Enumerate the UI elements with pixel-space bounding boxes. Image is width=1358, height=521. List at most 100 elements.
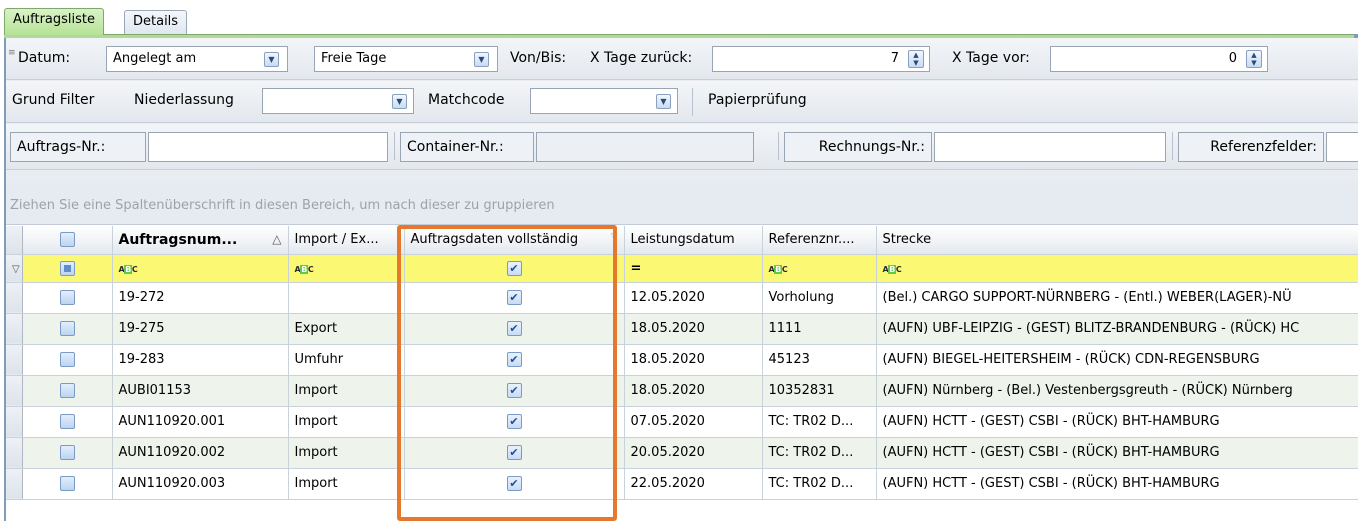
spinner-icon[interactable]: ▲ ▼	[1246, 50, 1262, 68]
cell-auftragsdaten[interactable]: ✔	[404, 437, 625, 469]
group-panel[interactable]: Ziehen Sie eine Spaltenüberschrift in di…	[6, 181, 1358, 225]
xtage-zurueck-input[interactable]: 7	[712, 46, 930, 72]
papierpruefung-button[interactable]: Papierprüfung	[708, 92, 807, 108]
cell-auftragsdaten[interactable]: ✔	[404, 313, 625, 345]
checkbox-icon[interactable]	[59, 383, 75, 398]
checkbox-checked-icon[interactable]: ✔	[506, 352, 522, 367]
checkbox-icon[interactable]	[59, 476, 75, 491]
col-import-export[interactable]: Import / Ex...	[288, 226, 405, 255]
row-indicator[interactable]	[6, 344, 23, 376]
row-indicator[interactable]	[6, 375, 23, 407]
col-strecke[interactable]: Strecke	[876, 226, 1358, 255]
cell-auftragsnummer[interactable]: 19-283	[112, 344, 289, 376]
cell-referenznr[interactable]: 1111	[762, 313, 877, 345]
cell-strecke[interactable]: (Bel.) CARGO SUPPORT-NÜRNBERG - (Entl.) …	[876, 282, 1358, 314]
cell-auftragsdaten[interactable]: ✔	[404, 406, 625, 438]
checkbox-checked-icon[interactable]: ✔	[506, 290, 522, 305]
cell-import-export[interactable]: Import	[288, 406, 405, 438]
cell-referenznr[interactable]: Vorholung	[762, 282, 877, 314]
table-row[interactable]: 19-283 Umfuhr ✔ 18.05.2020 45123 (AUFN) BIEGE…	[6, 344, 1358, 376]
row-select-cell[interactable]	[22, 344, 113, 376]
cell-auftragsnummer[interactable]: 19-272	[112, 282, 289, 314]
tab-auftragsliste[interactable]: Auftragsliste	[4, 8, 105, 35]
checkbox-checked-icon[interactable]: ✔	[506, 445, 522, 460]
cell-import-export[interactable]	[288, 282, 405, 314]
grip-icon[interactable]: ≡	[8, 48, 16, 58]
cell-strecke[interactable]: (AUFN) BIEGEL-HEITERSHEIM - (RÜCK) CDN-R…	[876, 344, 1358, 376]
abc-operator-icon[interactable]: ABC	[769, 264, 788, 274]
filter-icon[interactable]: ▽	[611, 232, 618, 242]
datum-select[interactable]: Angelegt am	[106, 46, 288, 72]
xtage-vor-input[interactable]: 0	[1050, 46, 1268, 72]
cell-import-export[interactable]: Umfuhr	[288, 344, 405, 376]
cell-referenznr[interactable]: 45123	[762, 344, 877, 376]
checkbox-icon[interactable]	[59, 290, 75, 305]
chevron-down-icon[interactable]: ▼	[474, 52, 489, 67]
abc-operator-icon[interactable]: ABC	[295, 264, 314, 274]
chevron-down-icon[interactable]: ▼	[264, 52, 279, 67]
auftrags-nr-input[interactable]	[148, 132, 388, 162]
row-indicator[interactable]	[6, 282, 23, 314]
col-referenznr[interactable]: Referenznr....	[762, 226, 877, 255]
cell-auftragsdaten[interactable]: ✔	[404, 344, 625, 376]
sort-asc-icon[interactable]: △	[272, 232, 281, 246]
row-indicator[interactable]	[6, 468, 23, 500]
table-row[interactable]: AUN110920.002 Import ✔ 20.05.2020 TC: TR02 D…	[6, 437, 1358, 469]
table-row[interactable]: AUBI01153 Import ✔ 18.05.2020 10352831 (AUFN)…	[6, 375, 1358, 407]
cell-leistungsdatum[interactable]: 18.05.2020	[624, 375, 763, 407]
col-auftragsnummer[interactable]: Auftragsnum... △	[112, 226, 289, 255]
filter-cell-leistungsdatum[interactable]: =	[624, 254, 763, 283]
row-indicator[interactable]	[6, 406, 23, 438]
col-auftragsdaten-vollstaendig[interactable]: Auftragsdaten vollständig ▽	[404, 226, 625, 255]
filter-cell-auftragsdaten[interactable]: ✔	[404, 254, 625, 283]
table-row[interactable]: AUN110920.003 Import ✔ 22.05.2020 TC: TR02 D…	[6, 468, 1358, 500]
checkbox-icon[interactable]	[59, 352, 75, 367]
cell-strecke[interactable]: (AUFN) HCTT - (GEST) CSBI - (RÜCK) BHT-H…	[876, 468, 1358, 500]
table-row[interactable]: 19-272 ✔ 12.05.2020 Vorholung (Bel.) CARGO S…	[6, 282, 1358, 314]
cell-auftragsdaten[interactable]: ✔	[404, 468, 625, 500]
cell-strecke[interactable]: (AUFN) HCTT - (GEST) CSBI - (RÜCK) BHT-H…	[876, 437, 1358, 469]
chevron-down-icon[interactable]: ▼	[656, 94, 671, 109]
rechnungs-nr-input[interactable]	[934, 132, 1166, 162]
cell-referenznr[interactable]: 10352831	[762, 375, 877, 407]
filter-cell-import-export[interactable]: ABC	[288, 254, 405, 283]
cell-auftragsdaten[interactable]: ✔	[404, 282, 625, 314]
container-nr-input[interactable]	[536, 132, 754, 162]
cell-referenznr[interactable]: TC: TR02 D...	[762, 406, 877, 438]
referenzfelder-input[interactable]	[1326, 132, 1358, 162]
row-indicator[interactable]	[6, 437, 23, 469]
checkbox-icon[interactable]	[59, 321, 75, 336]
cell-auftragsnummer[interactable]: AUN110920.001	[112, 406, 289, 438]
cell-auftragsdaten[interactable]: ✔	[404, 375, 625, 407]
checkbox-checked-icon[interactable]: ✔	[506, 260, 522, 276]
cell-leistungsdatum[interactable]: 18.05.2020	[624, 313, 763, 345]
cell-auftragsnummer[interactable]: AUBI01153	[112, 375, 289, 407]
equals-operator[interactable]: =	[631, 261, 642, 276]
checkbox-checked-icon[interactable]: ✔	[506, 383, 522, 398]
checkbox-indeterminate-icon[interactable]	[59, 260, 75, 276]
filter-cell-referenznr[interactable]: ABC	[762, 254, 877, 283]
cell-import-export[interactable]: Export	[288, 313, 405, 345]
cell-strecke[interactable]: (AUFN) HCTT - (GEST) CSBI - (RÜCK) BHT-H…	[876, 406, 1358, 438]
row-select-cell[interactable]	[22, 282, 113, 314]
table-row[interactable]: AUN110920.001 Import ✔ 07.05.2020 TC: TR02 D…	[6, 406, 1358, 438]
checkbox-icon[interactable]	[59, 445, 75, 460]
abc-operator-icon[interactable]: ABC	[883, 264, 902, 274]
tab-details[interactable]: Details	[124, 10, 188, 34]
checkbox-icon[interactable]	[59, 414, 75, 429]
cell-auftragsnummer[interactable]: AUN110920.003	[112, 468, 289, 500]
row-select-cell[interactable]	[22, 375, 113, 407]
cell-leistungsdatum[interactable]: 22.05.2020	[624, 468, 763, 500]
row-select-cell[interactable]	[22, 406, 113, 438]
row-select-cell[interactable]	[22, 313, 113, 345]
cell-leistungsdatum[interactable]: 12.05.2020	[624, 282, 763, 314]
freie-tage-select[interactable]: Freie Tage	[314, 46, 498, 72]
cell-referenznr[interactable]: TC: TR02 D...	[762, 468, 877, 500]
cell-leistungsdatum[interactable]: 07.05.2020	[624, 406, 763, 438]
cell-import-export[interactable]: Import	[288, 468, 405, 500]
checkbox-checked-icon[interactable]: ✔	[506, 414, 522, 429]
cell-auftragsnummer[interactable]: AUN110920.002	[112, 437, 289, 469]
filter-cell-strecke[interactable]: ABC	[876, 254, 1358, 283]
checkbox-checked-icon[interactable]: ✔	[506, 476, 522, 491]
spinner-icon[interactable]: ▲ ▼	[908, 50, 924, 68]
